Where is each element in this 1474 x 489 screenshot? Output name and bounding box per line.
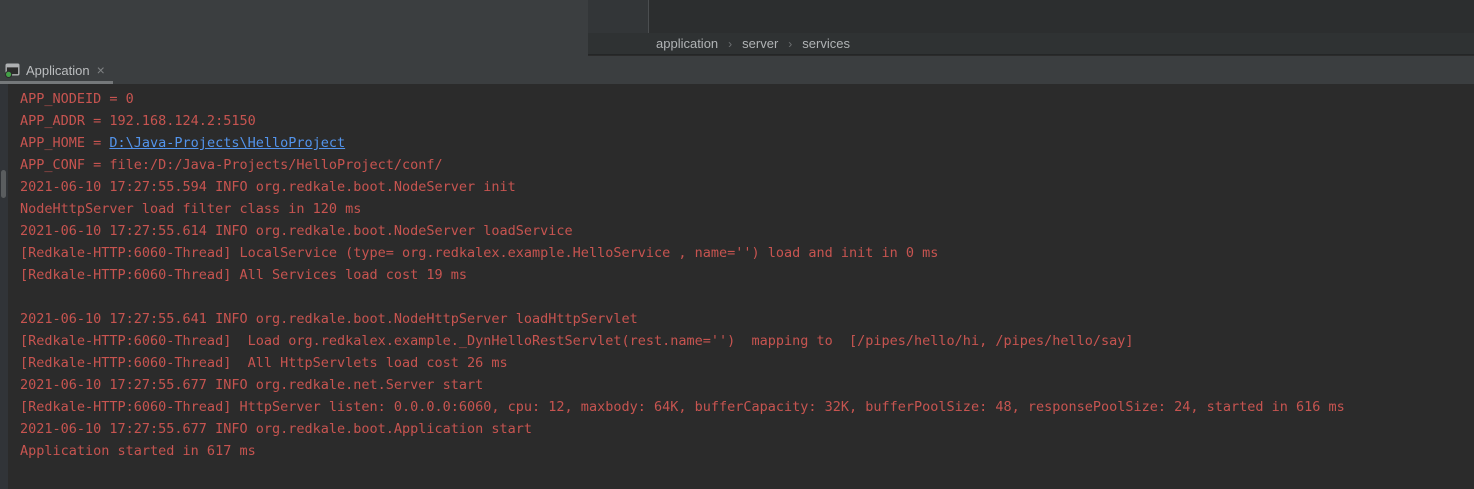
editor-pane-left[interactable] [0,0,588,56]
console-text: NodeHttpServer load filter class in 120 … [20,201,361,217]
console-text: 2021-06-10 17:27:55.677 INFO org.redkale… [20,421,532,437]
breadcrumb-item-application[interactable]: application [656,36,718,51]
console-scrollbar-thumb[interactable] [1,170,6,198]
console-line: APP_ADDR = 192.168.124.2:5150 [20,110,1345,132]
breadcrumb: application › server › services [588,33,1474,55]
console-output: APP_NODEID = 0 APP_ADDR = 192.168.124.2:5… [20,88,1345,462]
console-text: 2021-06-10 17:27:55.677 INFO org.redkale… [20,377,483,393]
tab-application-label: Application [26,63,90,78]
run-console-icon [5,62,21,78]
console-text: [Redkale-HTTP:6060-Thread] Load org.redk… [20,333,1134,349]
console-line: APP_HOME = D:\Java-Projects\HelloProject [20,132,1345,154]
console-text: [Redkale-HTTP:6060-Thread] All Services … [20,267,467,283]
console-line: 2021-06-10 17:27:55.614 INFO org.redkale… [20,220,1345,242]
console-line: [Redkale-HTTP:6060-Thread] Load org.redk… [20,330,1345,352]
console-line: [Redkale-HTTP:6060-Thread] All HttpServl… [20,352,1345,374]
console-line: APP_NODEID = 0 [20,88,1345,110]
editor-pane-middle [588,0,649,33]
tab-application[interactable]: Application × [0,56,113,84]
console-gutter [0,84,8,489]
console-line: [Redkale-HTTP:6060-Thread] LocalService … [20,242,1345,264]
console-line: 2021-06-10 17:27:55.594 INFO org.redkale… [20,176,1345,198]
console-text: APP_HOME = [20,135,109,151]
console-text: [Redkale-HTTP:6060-Thread] LocalService … [20,245,938,261]
editor-pane-right [649,0,1474,33]
console-line: [Redkale-HTTP:6060-Thread] HttpServer li… [20,396,1345,418]
console-line: 2021-06-10 17:27:55.677 INFO org.redkale… [20,418,1345,440]
console-text: APP_CONF = file:/D:/Java-Projects/HelloP… [20,157,443,173]
breadcrumb-separator-icon: › [788,37,792,51]
console-line: 2021-06-10 17:27:55.641 INFO org.redkale… [20,308,1345,330]
console-text: APP_NODEID = 0 [20,91,134,107]
console-line [20,286,1345,308]
console-text: APP_ADDR = 192.168.124.2:5150 [20,113,256,129]
console-text: 2021-06-10 17:27:55.614 INFO org.redkale… [20,223,573,239]
breadcrumb-item-server[interactable]: server [742,36,778,51]
console-line: 2021-06-10 17:27:55.677 INFO org.redkale… [20,374,1345,396]
breadcrumb-separator-icon: › [728,37,732,51]
run-tab-bar: Application × [0,56,1474,84]
console-line: [Redkale-HTTP:6060-Thread] All Services … [20,264,1345,286]
console-panel[interactable]: APP_NODEID = 0 APP_ADDR = 192.168.124.2:5… [0,84,1474,489]
console-text: [Redkale-HTTP:6060-Thread] HttpServer li… [20,399,1345,415]
console-line: APP_CONF = file:/D:/Java-Projects/HelloP… [20,154,1345,176]
console-line: NodeHttpServer load filter class in 120 … [20,198,1345,220]
breadcrumb-item-services[interactable]: services [802,36,850,51]
console-text: 2021-06-10 17:27:55.594 INFO org.redkale… [20,179,516,195]
console-text: Application started in 617 ms [20,443,256,459]
console-text: [Redkale-HTTP:6060-Thread] All HttpServl… [20,355,508,371]
tab-close-icon[interactable]: × [97,63,105,77]
console-line: Application started in 617 ms [20,440,1345,462]
file-path-link[interactable]: D:\Java-Projects\HelloProject [109,135,345,151]
console-text: 2021-06-10 17:27:55.641 INFO org.redkale… [20,311,638,327]
